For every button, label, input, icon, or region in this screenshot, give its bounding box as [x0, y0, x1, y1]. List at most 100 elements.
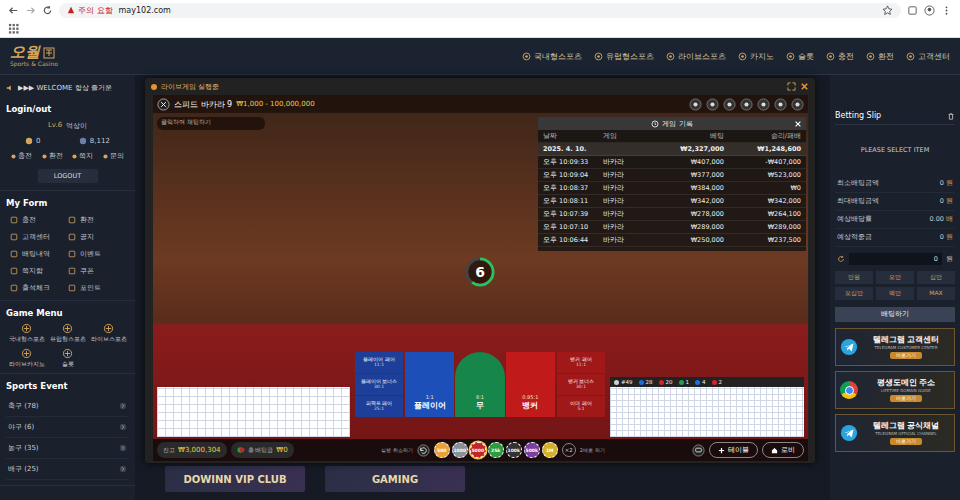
expand-icon[interactable]: [787, 82, 796, 91]
chip[interactable]: 500k: [524, 442, 540, 458]
history-row[interactable]: 오후 10:07:39바카라₩278,000₩264,100: [538, 208, 806, 221]
bet-amount-input[interactable]: 0: [849, 253, 942, 265]
history-row[interactable]: 오후 10:06:44바카라₩250,000₩237,500: [538, 234, 806, 247]
side-bet[interactable]: 플레이어 페어11:1: [355, 352, 403, 373]
game-menu-item[interactable]: 유럽형스포츠: [47, 323, 88, 343]
main-bet[interactable]: 8:1무: [455, 352, 504, 417]
quick-amount-button[interactable]: 십만: [917, 271, 955, 284]
nav-item[interactable]: 고객센터: [906, 51, 950, 62]
site-logo[interactable]: 오월Sports & Casino: [10, 45, 58, 67]
history-row[interactable]: 오후 10:07:10바카라₩289,000₩289,000: [538, 221, 806, 234]
quick-amount-button[interactable]: MAX: [917, 287, 955, 300]
side-bet[interactable]: 퍼펙트 페어25:1: [355, 396, 403, 417]
account-button[interactable]: 쪽지: [72, 152, 93, 161]
game-tool-icon[interactable]: [791, 98, 804, 111]
account-button[interactable]: 환전: [42, 152, 63, 161]
side-banner[interactable]: 텔레그램 고객센터TELEGRAM CUSTOMER CENTER바로가기: [835, 328, 955, 366]
banner-button[interactable]: 바로가기: [890, 438, 922, 445]
star-icon[interactable]: [882, 5, 893, 16]
chip[interactable]: 100k: [506, 442, 522, 458]
game-tool-icon[interactable]: [723, 98, 736, 111]
sport-item[interactable]: 야구 (6): [6, 417, 129, 438]
banner-button[interactable]: 바로가기: [890, 395, 922, 402]
my-form-item[interactable]: 쿠폰: [68, 266, 126, 276]
profile-icon[interactable]: [924, 5, 935, 16]
back-icon[interactable]: [8, 5, 19, 16]
account-button[interactable]: 충전: [11, 152, 32, 161]
history-row[interactable]: 2025. 4. 10.₩2,327,000₩1,248,600: [538, 143, 806, 156]
side-bet[interactable]: 플레이어 보너스30:1: [355, 374, 403, 395]
chip[interactable]: 500: [434, 442, 450, 458]
game-menu-item[interactable]: 라이브스포츠: [88, 323, 129, 343]
history-row[interactable]: 오후 10:08:37바카라₩384,000₩0: [538, 182, 806, 195]
table-button[interactable]: 테이블: [709, 442, 758, 458]
my-form-item[interactable]: 이벤트: [68, 249, 126, 259]
side-bet[interactable]: 뱅커 페어11:1: [557, 352, 605, 373]
nav-item[interactable]: 국내형스포츠: [522, 51, 582, 62]
nav-item[interactable]: 환전: [866, 51, 894, 62]
close-icon[interactable]: [800, 82, 809, 91]
logout-button[interactable]: LOGOUT: [38, 169, 98, 183]
chip[interactable]: 1000: [452, 442, 468, 458]
chip[interactable]: 25k: [488, 442, 504, 458]
nav-item[interactable]: 라이브스포츠: [666, 51, 726, 62]
my-form-item[interactable]: 고객센터: [10, 232, 68, 242]
address-bar[interactable]: 주의 요함may102.com: [59, 3, 901, 18]
my-form-item[interactable]: 포인트: [68, 283, 126, 293]
chat-input[interactable]: 클릭하여 채팅하기: [157, 117, 265, 130]
side-banner[interactable]: 텔레그램 공식채널TELEGRAM OFFICIAL CHANNEL바로가기: [835, 414, 955, 452]
quick-amount-button[interactable]: 백만: [876, 287, 914, 300]
side-bet[interactable]: 뱅커 보너스30:1: [557, 374, 605, 395]
game-menu-item[interactable]: 국내형스포츠: [6, 323, 47, 343]
security-warning[interactable]: 주의 요함: [67, 5, 113, 16]
quick-amount-button[interactable]: 오만: [876, 271, 914, 284]
close-game-icon[interactable]: [157, 98, 170, 111]
promo-banner[interactable]: DOWINN VIP CLUB: [165, 466, 305, 492]
game-menu-item[interactable]: 라이브카지노: [6, 348, 47, 368]
chip[interactable]: 1M: [542, 442, 558, 458]
apps-icon[interactable]: [8, 23, 19, 34]
menu-icon[interactable]: [941, 5, 952, 16]
game-tool-icon[interactable]: [689, 98, 702, 111]
nav-item[interactable]: 유럽형스포츠: [594, 51, 654, 62]
sport-item[interactable]: 농구 (35): [6, 438, 129, 459]
main-bet[interactable]: 0.95:1뱅커: [506, 352, 555, 417]
main-bet[interactable]: 1:1플레이어: [405, 352, 454, 417]
game-tool-icon[interactable]: [774, 98, 787, 111]
place-bet-button[interactable]: 배팅하기: [835, 307, 955, 322]
my-form-item[interactable]: 출석체크: [10, 283, 68, 293]
game-tool-icon[interactable]: [740, 98, 753, 111]
my-form-item[interactable]: 환전: [68, 215, 126, 225]
quick-amount-button[interactable]: 오십만: [835, 287, 873, 300]
chip[interactable]: 5000: [470, 442, 486, 458]
sport-item[interactable]: 축구 (78): [6, 396, 129, 417]
my-form-item[interactable]: 충전: [10, 215, 68, 225]
history-row[interactable]: 오후 10:08:11바카라₩342,000₩342,000: [538, 195, 806, 208]
undo-icon[interactable]: [417, 444, 430, 457]
reset-icon[interactable]: [837, 255, 845, 263]
promo-banner[interactable]: GAMING: [325, 466, 465, 492]
banner-button[interactable]: 바로가기: [890, 352, 922, 359]
reload-icon[interactable]: [42, 5, 53, 16]
chat-icon[interactable]: [692, 444, 705, 457]
game-menu-item[interactable]: 슬롯: [47, 348, 88, 368]
history-row[interactable]: 오후 10:09:33바카라₩407,000-₩407,000: [538, 156, 806, 169]
my-form-item[interactable]: 쪽지함: [10, 266, 68, 276]
my-form-item[interactable]: 공지: [68, 232, 126, 242]
sport-item[interactable]: 배구 (25): [6, 459, 129, 480]
double-button[interactable]: ×2: [562, 443, 576, 457]
forward-icon[interactable]: [25, 5, 36, 16]
game-tool-icon[interactable]: [706, 98, 719, 111]
side-banner[interactable]: 평생도메인 주소LIFETIME DOMAIN GUIDE바로가기: [835, 371, 955, 409]
trash-icon[interactable]: [947, 112, 955, 120]
nav-item[interactable]: 슬롯: [786, 51, 814, 62]
extension-icon[interactable]: [907, 5, 918, 16]
game-tool-icon[interactable]: [757, 98, 770, 111]
quick-amount-button[interactable]: 만원: [835, 271, 873, 284]
side-bet[interactable]: 이더 페어5:1: [557, 396, 605, 417]
close-history-icon[interactable]: [794, 120, 802, 128]
account-button[interactable]: 문의: [103, 152, 124, 161]
my-form-item[interactable]: 배팅내역: [10, 249, 68, 259]
lobby-button[interactable]: 로비: [762, 442, 804, 458]
nav-item[interactable]: 카지노: [738, 51, 774, 62]
